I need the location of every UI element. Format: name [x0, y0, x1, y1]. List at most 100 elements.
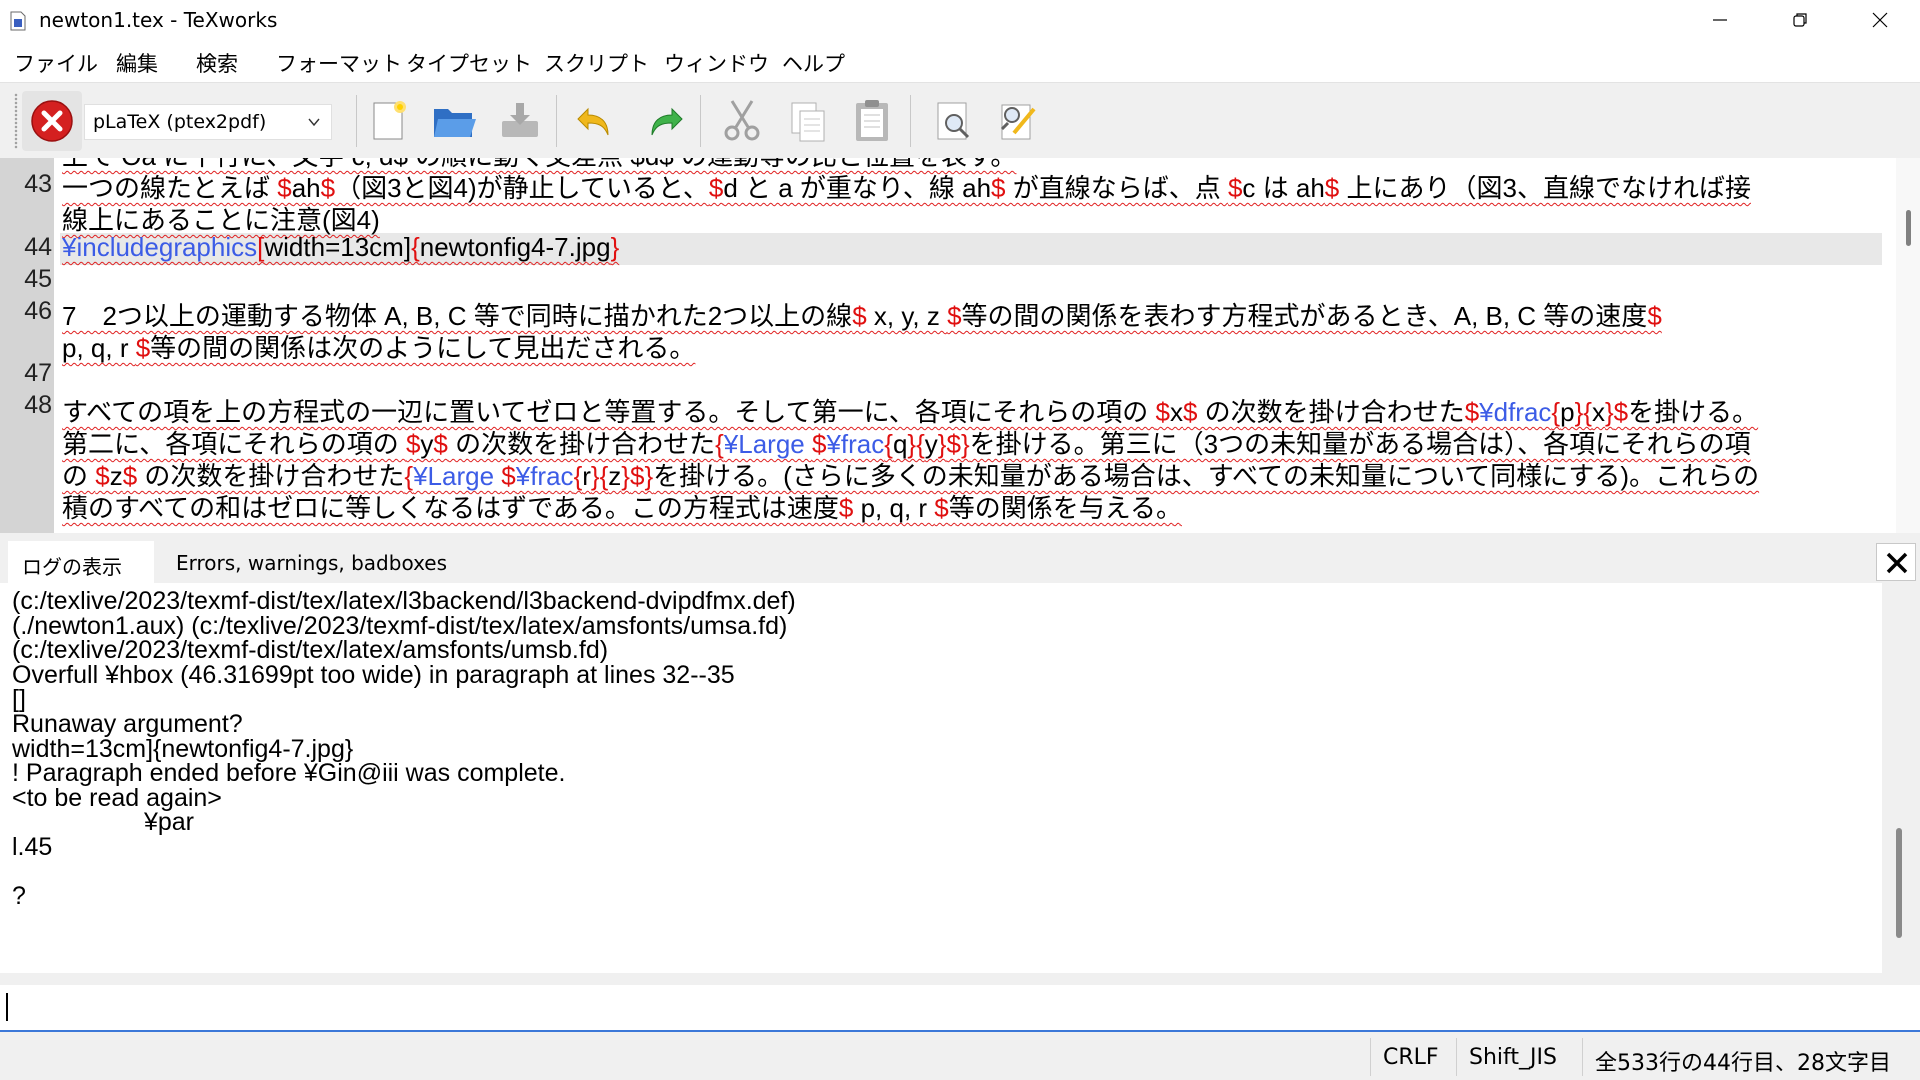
tab-log[interactable]: ログの表示 [8, 541, 154, 583]
menu-scripts[interactable]: スクリプト [544, 48, 649, 78]
editor-token: z [109, 461, 123, 491]
editor-token: x, y, z [866, 301, 948, 331]
editor-token: }{ [590, 461, 609, 491]
editor-token: width=13cm] [264, 232, 412, 262]
editor-token: 上にあり（図3、直線でなければ接 [1339, 173, 1751, 203]
editor-token: c は ah [1242, 173, 1325, 203]
editor-token: newtonfig4-7.jpg [419, 232, 611, 262]
editor-token: 一つの線たとえば [62, 173, 278, 203]
find-button[interactable] [926, 93, 982, 149]
stop-typeset-button[interactable] [22, 91, 82, 151]
source-editor[interactable]: 43 44 45 46 47 48 上で Oa に平行に、文字 c, d$ の順… [0, 158, 1920, 533]
editor-token: z [608, 461, 622, 491]
restore-button[interactable] [1760, 0, 1840, 40]
minimize-button[interactable] [1680, 0, 1760, 40]
stop-typeset-icon [31, 100, 73, 142]
editor-token: の次数を掛け合わせた [447, 429, 716, 459]
menu-search[interactable]: 検索 [196, 48, 238, 78]
line-number: 47 [24, 359, 52, 387]
copy-button[interactable] [780, 93, 836, 149]
editor-token: $ [708, 173, 724, 203]
cursor-position-label: 全533行の44行目、28文字目 [1595, 1051, 1891, 1076]
close-log-button[interactable] [1876, 543, 1916, 581]
editor-token: x [1591, 397, 1605, 427]
toolbar-separator [910, 95, 911, 147]
editor-token: 積のすべての和はゼロに等しくなるはずである。この方程式は速度 [62, 493, 839, 523]
close-icon [1886, 552, 1908, 574]
editor-token: } [621, 461, 630, 491]
editor-token: の [62, 461, 96, 491]
editor-token: $ [1182, 397, 1198, 427]
editor-token: ¥dfrac [1479, 397, 1552, 427]
log-scrollbar[interactable] [1882, 583, 1920, 973]
tab-log-label: ログの表示 [22, 555, 122, 579]
editor-token: ah [291, 173, 321, 203]
cut-button[interactable] [714, 93, 770, 149]
toolbar-separator [556, 95, 557, 147]
redo-button[interactable] [636, 93, 692, 149]
editor-token: $ [1227, 173, 1243, 203]
undo-icon [577, 107, 609, 136]
editor-line: 積のすべての和はゼロに等しくなるはずである。この方程式は速度$ p, q, r … [62, 488, 1182, 525]
typeset-engine-select[interactable]: pLaTeX (ptex2pdf) [84, 104, 332, 140]
editor-token: }{ [1574, 397, 1592, 427]
editor-token: { [1551, 397, 1561, 427]
line-number: 43 [24, 170, 52, 198]
line-number-gutter: 43 44 45 46 47 48 [0, 158, 54, 533]
editor-token: { [404, 461, 414, 491]
editor-token: ¥frac [826, 429, 885, 459]
editor-token: 7 2つ以上の運動する物体 A, B, C 等で同時に描かれた2つ以上の線 [62, 301, 853, 331]
editor-scrollbar[interactable] [1896, 158, 1920, 533]
log-scroll-thumb[interactable] [1896, 828, 1902, 938]
cut-icon [724, 100, 760, 141]
menu-file[interactable]: ファイル [14, 48, 98, 78]
editor-token: を掛ける。(さらに多くの未知量がある場合は、すべての未知量について同様にする)。… [653, 461, 1760, 491]
open-button[interactable] [426, 93, 482, 149]
open-folder-icon [434, 109, 476, 137]
redo-icon [651, 107, 683, 136]
editor-token: $ [1647, 301, 1662, 331]
line-ending-status[interactable]: CRLF [1370, 1038, 1451, 1076]
toolbar: pLaTeX (ptex2pdf) [0, 82, 1920, 159]
menu-format[interactable]: フォーマット [276, 48, 402, 78]
editor-token: $ [1464, 397, 1480, 427]
editor-token: の次数を掛け合わせた [1197, 397, 1465, 427]
log-line: l.45 [12, 833, 53, 861]
line-ending-label: CRLF [1383, 1045, 1439, 1070]
editor-token: $ [991, 173, 1006, 203]
menu-window[interactable]: ウィンドウ [664, 48, 769, 78]
menu-help[interactable]: ヘルプ [782, 48, 845, 78]
restore-icon [1793, 13, 1807, 27]
find-icon [937, 102, 970, 140]
editor-token: $ [433, 429, 448, 459]
paste-button[interactable] [844, 93, 900, 149]
editor-token: x [1169, 397, 1183, 427]
editor-token: $ [1613, 397, 1629, 427]
console-input[interactable] [0, 985, 1920, 1032]
replace-button[interactable] [990, 93, 1046, 149]
editor-token: $ [501, 461, 516, 491]
editor-token: $ [1155, 397, 1170, 427]
line-number: 44 [24, 233, 52, 261]
menu-typeset[interactable]: タイプセット [406, 48, 532, 78]
editor-token: ¥Large [723, 429, 812, 459]
undo-button[interactable] [568, 93, 624, 149]
editor-token: $ [1324, 173, 1340, 203]
editor-token: 線上にあることに注意(図4) [62, 205, 380, 235]
new-document-button[interactable] [360, 93, 416, 149]
editor-token: 等の間の関係を表わす方程式があるとき、A, B, C 等の速度 [961, 301, 1648, 331]
editor-token: }{ [907, 429, 925, 459]
tab-errors[interactable]: Errors, warnings, badboxes [162, 541, 462, 583]
encoding-status[interactable]: Shift_JIS [1456, 1038, 1577, 1076]
close-window-button[interactable] [1840, 0, 1920, 40]
save-button[interactable] [492, 93, 548, 149]
editor-token: 第二に、各項にそれらの項の [62, 429, 406, 459]
minimize-icon [1713, 19, 1727, 21]
encoding-label: Shift_JIS [1469, 1045, 1557, 1070]
editor-scroll-thumb[interactable] [1906, 210, 1911, 246]
toolbar-grip[interactable] [14, 93, 18, 149]
log-line: ? [12, 882, 26, 911]
log-output[interactable]: (c:/texlive/2023/texmf-dist/tex/latex/l3… [0, 583, 1920, 973]
title-bar: newton1.tex - TeXworks [0, 0, 1920, 40]
menu-edit[interactable]: 編集 [116, 48, 158, 78]
